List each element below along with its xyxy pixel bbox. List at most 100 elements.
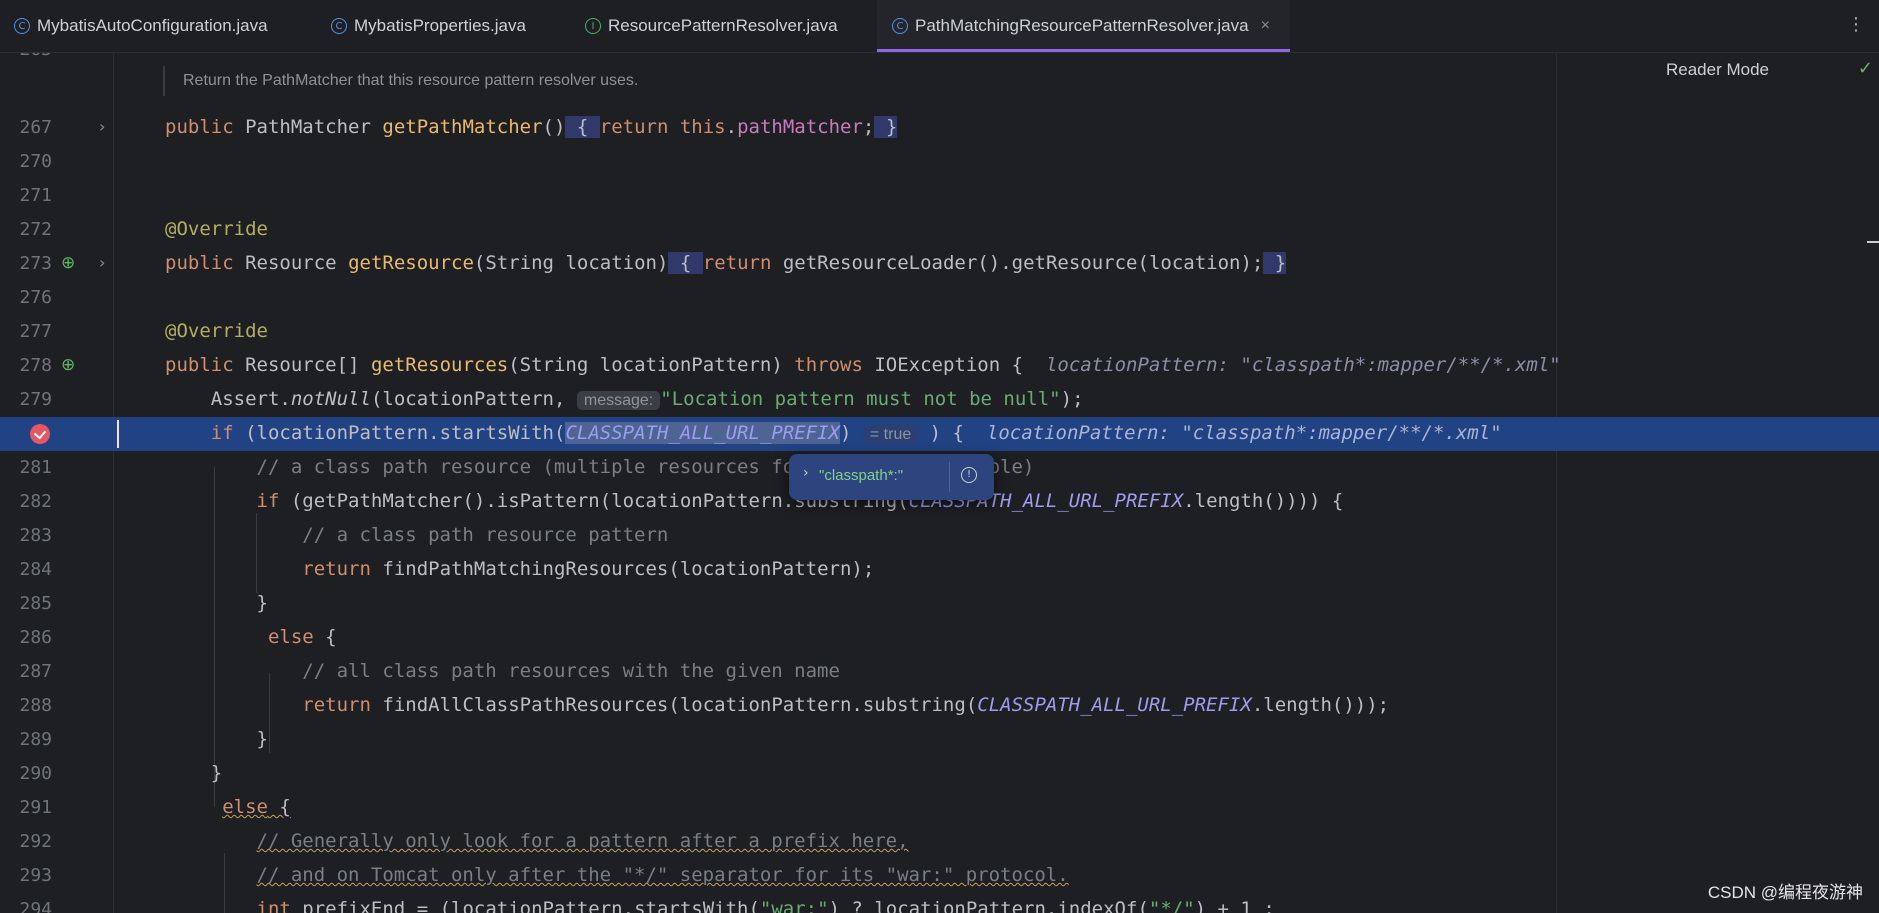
line-number: 265	[0, 53, 52, 60]
rendered-doc-comment: Return the PathMatcher that this resourc…	[163, 66, 638, 96]
code-text: }	[165, 728, 268, 750]
line-number: 270	[19, 151, 52, 172]
line-number: 293	[19, 865, 52, 886]
code-text: else {	[222, 796, 291, 818]
line-number: 281	[19, 457, 52, 478]
code-line[interactable]: 272 @Override	[0, 213, 1879, 247]
active-tab-indicator	[877, 49, 1290, 52]
breakpoint-icon[interactable]	[30, 424, 50, 444]
code-line[interactable]: 289 }	[0, 723, 1879, 757]
tab-path-matching-resource-pattern-resolver[interactable]: C PathMatchingResourcePatternResolver.ja…	[877, 0, 1290, 52]
code-line[interactable]: 290 }	[0, 757, 1879, 791]
code-text: return findPathMatchingResources(locatio…	[302, 558, 875, 580]
code-line[interactable]: 279 Assert.notNull(locationPattern, mess…	[0, 383, 1879, 417]
line-number: 286	[19, 627, 52, 648]
popup-value: "classpath*:"	[819, 467, 904, 484]
code-text: public Resource[] getResources(String lo…	[165, 354, 1561, 376]
class-icon: C	[892, 18, 908, 34]
fold-expand-icon[interactable]: ›	[99, 253, 105, 272]
code-text: }	[165, 762, 223, 784]
debug-value-popup[interactable]: › "classpath*:" !	[789, 454, 994, 500]
code-text: if (locationPattern.startsWith(CLASSPATH…	[210, 422, 1502, 444]
info-icon[interactable]: !	[961, 467, 977, 483]
code-text: if (getPathMatcher().isPattern(locationP…	[256, 490, 1344, 512]
class-icon: C	[331, 18, 347, 34]
code-text: // a class path resource pattern	[302, 524, 669, 546]
code-line[interactable]: 276	[0, 281, 1879, 315]
code-line[interactable]: 285 }	[0, 587, 1879, 621]
implements-method-icon[interactable]: ⊕	[61, 253, 75, 273]
code-text: Assert.notNull(locationPattern, message:…	[210, 388, 1084, 410]
line-number: 289	[19, 729, 52, 750]
code-line[interactable]: 271	[0, 179, 1879, 213]
editor-tab-bar: C MybatisAutoConfiguration.java C Mybati…	[0, 0, 1879, 53]
code-text: int prefixEnd = (locationPattern.startsW…	[256, 898, 1275, 913]
inspection-ok-icon[interactable]: ✓	[1858, 58, 1873, 79]
line-number: 291	[19, 797, 52, 818]
inline-debug-value: locationPattern: "classpath*:mapper/**/*…	[1045, 354, 1561, 376]
code-line[interactable]: 293 // and on Tomcat only after the "*/"…	[0, 859, 1879, 893]
tab-label: MybatisAutoConfiguration.java	[37, 16, 268, 35]
code-text: // and on Tomcat only after the "*/" sep…	[256, 864, 1069, 886]
inline-debug-value: locationPattern: "classpath*:mapper/**/*…	[986, 422, 1502, 444]
tab-mybatis-auto-configuration[interactable]: C MybatisAutoConfiguration.java	[14, 0, 268, 52]
line-number: 290	[19, 763, 52, 784]
line-number: 283	[19, 525, 52, 546]
code-line[interactable]: 292 // Generally only look for a pattern…	[0, 825, 1879, 859]
code-line[interactable]: 270	[0, 145, 1879, 179]
line-number: 285	[19, 593, 52, 614]
line-number: 273	[19, 253, 52, 274]
code-text: }	[165, 592, 268, 614]
class-icon: C	[14, 18, 30, 34]
code-line[interactable]: 286 else {	[0, 621, 1879, 655]
code-line[interactable]: 283 // a class path resource pattern	[0, 519, 1879, 553]
line-number: 276	[19, 287, 52, 308]
code-line[interactable]: 288 return findAllClassPathResources(loc…	[0, 689, 1879, 723]
close-tab-icon[interactable]: ×	[1261, 17, 1270, 35]
code-text: else {	[267, 626, 337, 648]
code-text: // Generally only look for a pattern aft…	[256, 830, 909, 852]
code-text: @Override	[165, 218, 268, 240]
interface-icon: I	[585, 18, 601, 34]
line-number: 292	[19, 831, 52, 852]
code-line[interactable]: 287 // all class path resources with the…	[0, 655, 1879, 689]
code-text: @Override	[165, 320, 268, 342]
line-number: 272	[19, 219, 52, 240]
line-number: 287	[19, 661, 52, 682]
line-number: 279	[19, 389, 52, 410]
more-tabs-icon[interactable]: ⋮	[1847, 14, 1865, 35]
code-line[interactable]: 273 ⊕ › public Resource getResource(Stri…	[0, 247, 1879, 281]
code-text: public Resource getResource(String locat…	[165, 252, 1287, 274]
fold-expand-icon[interactable]: ›	[99, 117, 105, 136]
line-number: 267	[19, 117, 52, 138]
code-line[interactable]: 278 ⊕ public Resource[] getResources(Str…	[0, 349, 1879, 383]
code-text: public PathMatcher getPathMatcher() { re…	[165, 116, 898, 138]
line-number: 294	[19, 899, 52, 913]
code-line[interactable]: 294 int prefixEnd = (locationPattern.sta…	[0, 893, 1879, 913]
line-number: 277	[19, 321, 52, 342]
code-line[interactable]: 267 › public PathMatcher getPathMatcher(…	[0, 111, 1879, 145]
tab-label: ResourcePatternResolver.java	[608, 16, 838, 35]
tab-label: PathMatchingResourcePatternResolver.java	[915, 16, 1249, 35]
line-number: 288	[19, 695, 52, 716]
watermark: CSDN @编程夜游神	[1707, 883, 1863, 902]
code-line[interactable]: 284 return findPathMatchingResources(loc…	[0, 553, 1879, 587]
popup-divider	[949, 462, 950, 492]
line-number: 278	[19, 355, 52, 376]
evaluation-hint: = true	[862, 425, 919, 444]
tab-resource-pattern-resolver[interactable]: I ResourcePatternResolver.java	[585, 0, 838, 52]
tab-label: MybatisProperties.java	[354, 16, 526, 35]
code-text: // all class path resources with the giv…	[302, 660, 840, 682]
line-number: 271	[19, 185, 52, 206]
code-line[interactable]: 291 else {	[0, 791, 1879, 825]
code-line[interactable]: 277 @Override	[0, 315, 1879, 349]
text-caret	[117, 420, 119, 448]
parameter-hint: message:	[576, 391, 661, 410]
tab-mybatis-properties[interactable]: C MybatisProperties.java	[331, 0, 526, 52]
implements-method-icon[interactable]: ⊕	[61, 355, 75, 375]
code-text: return findAllClassPathResources(locatio…	[302, 694, 1390, 716]
line-number: 284	[19, 559, 52, 580]
expand-value-icon[interactable]: ›	[803, 465, 809, 481]
reader-mode-button[interactable]: Reader Mode	[1666, 60, 1769, 80]
current-execution-line[interactable]: if (locationPattern.startsWith(CLASSPATH…	[0, 417, 1879, 451]
